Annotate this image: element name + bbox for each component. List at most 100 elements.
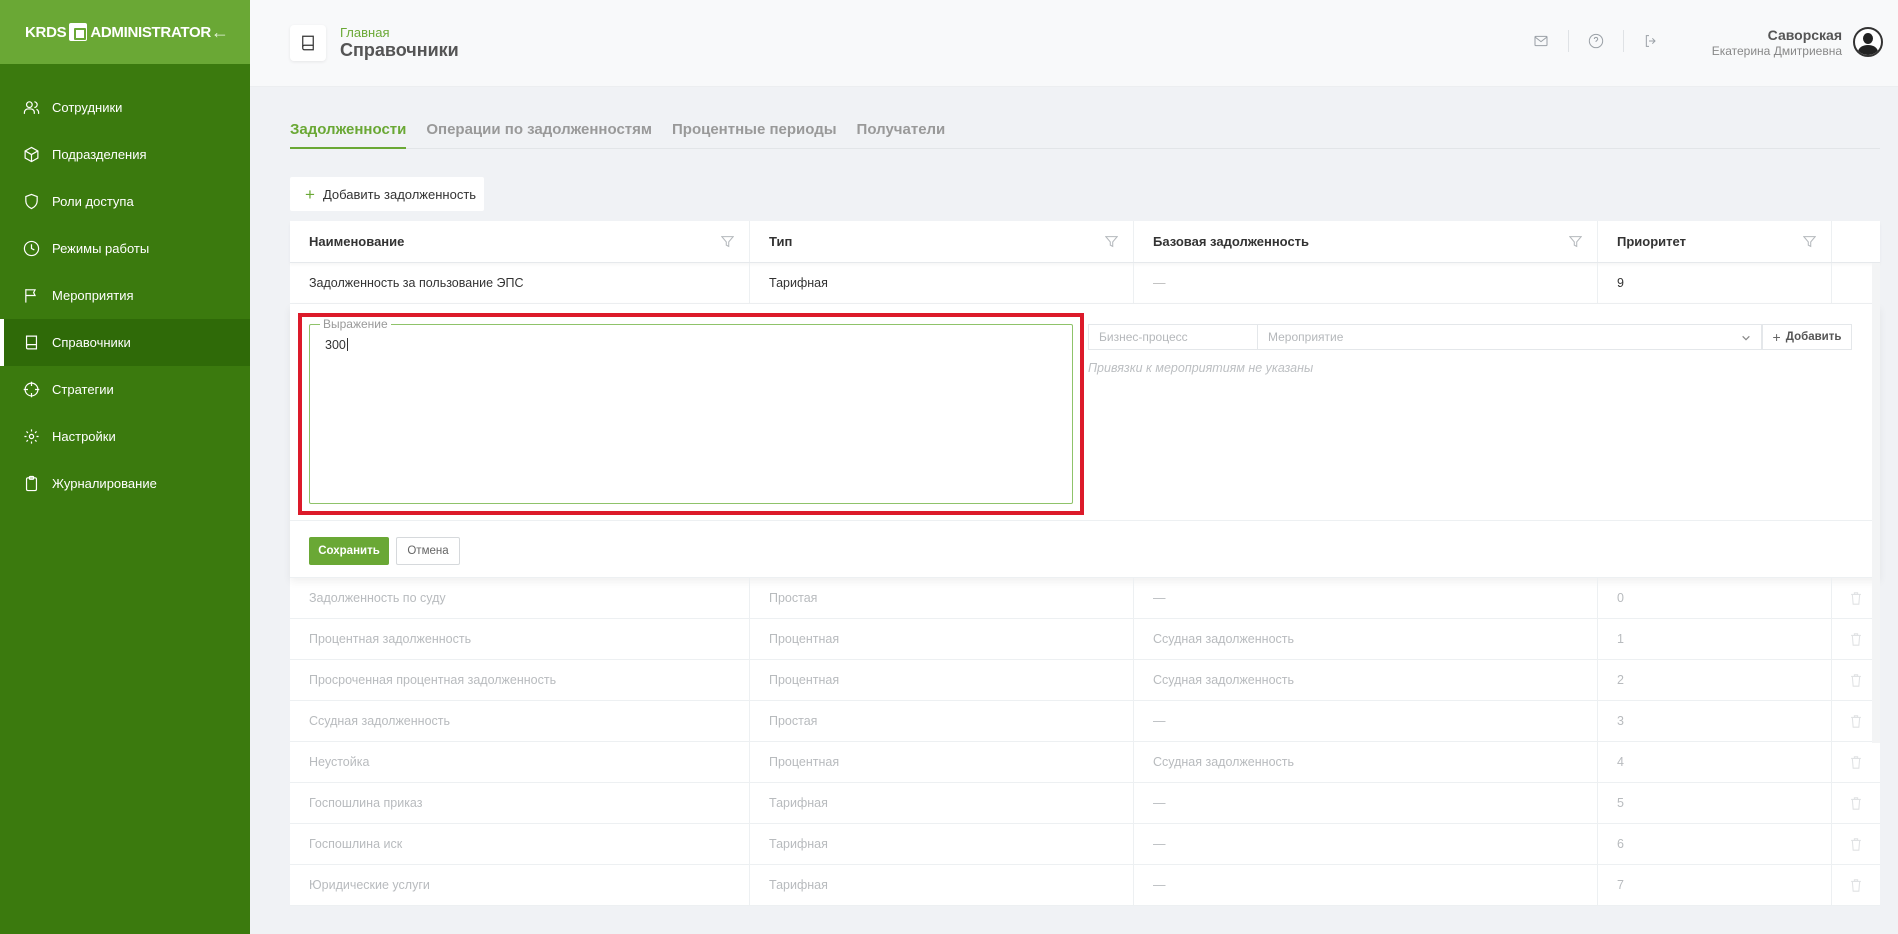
table-row[interactable]: Просроченная процентная задолженность Пр… — [290, 660, 1880, 701]
table-scrollbar[interactable] — [1872, 263, 1880, 743]
mail-icon[interactable] — [1532, 32, 1550, 50]
trash-icon[interactable] — [1832, 865, 1880, 905]
flag-icon — [22, 287, 40, 305]
sidebar-item-employees[interactable]: Сотрудники — [0, 84, 250, 131]
business-process-placeholder: Бизнес-процесс — [1099, 330, 1188, 344]
tab-recipients[interactable]: Получатели — [857, 118, 946, 149]
sidebar-item-directories[interactable]: Справочники — [0, 319, 250, 366]
column-header-actions — [1832, 221, 1880, 262]
column-header-base-debt[interactable]: Базовая задолженность — [1134, 221, 1598, 262]
cell-base-debt: Ссудная задолженность — [1134, 742, 1598, 782]
cell-priority: 9 — [1598, 263, 1832, 303]
cell-base-debt: — — [1134, 865, 1598, 905]
cell-name: Ссудная задолженность — [290, 701, 750, 741]
column-header-label: Тип — [769, 234, 793, 249]
gear-icon — [22, 428, 40, 446]
logout-icon[interactable] — [1642, 32, 1660, 50]
crosshair-icon — [22, 381, 40, 399]
sidebar-nav: Сотрудники Подразделения Роли доступа Ре… — [0, 84, 250, 507]
event-select[interactable]: Мероприятие — [1258, 324, 1762, 350]
add-binding-button[interactable]: + Добавить — [1762, 324, 1852, 350]
table-row[interactable]: Неустойка Процентная Ссудная задолженнос… — [290, 742, 1880, 783]
divider — [290, 520, 1872, 521]
sidebar: KRDS ADMINISTRATOR ← Сотрудники Подразде… — [0, 0, 250, 934]
page-title: Справочники — [340, 40, 459, 60]
sidebar-item-label: Справочники — [52, 335, 131, 350]
business-process-input[interactable]: Бизнес-процесс — [1088, 324, 1258, 350]
table-row[interactable]: Задолженность по суду Простая — 0 — [290, 578, 1880, 619]
add-debt-button[interactable]: + Добавить задолженность — [290, 177, 484, 211]
filter-icon[interactable] — [720, 235, 735, 248]
user-info[interactable]: Саворская Екатерина Дмитриевна — [1712, 27, 1842, 58]
breadcrumb-home[interactable]: Главная — [340, 25, 389, 40]
table-row-editing[interactable]: Задолженность за пользование ЭПС Тарифна… — [290, 263, 1880, 304]
header-divider — [1568, 30, 1569, 52]
logo-text-right: ADMINISTRATOR — [90, 23, 211, 41]
filter-icon[interactable] — [1568, 235, 1583, 248]
column-header-priority[interactable]: Приоритет — [1598, 221, 1832, 262]
sidebar-item-label: Сотрудники — [52, 100, 123, 115]
collapse-sidebar-icon[interactable]: ← — [211, 22, 229, 43]
table-header: Наименование Тип Базовая задолженность П… — [290, 221, 1880, 263]
table-row[interactable]: Юридические услуги Тарифная — 7 — [290, 865, 1880, 906]
cell-priority: 1 — [1598, 619, 1832, 659]
tab-debt-operations[interactable]: Операции по задолженностям — [426, 118, 652, 149]
cell-base-debt: — — [1134, 701, 1598, 741]
cell-name: Задолженность по суду — [290, 578, 750, 618]
cell-type: Простая — [750, 578, 1134, 618]
table-row[interactable]: Ссудная задолженность Простая — 3 — [290, 701, 1880, 742]
cell-priority: 6 — [1598, 824, 1832, 864]
cell-priority: 5 — [1598, 783, 1832, 823]
add-debt-label: Добавить задолженность — [322, 186, 477, 202]
column-header-type[interactable]: Тип — [750, 221, 1134, 262]
save-button[interactable]: Сохранить — [309, 537, 389, 565]
edit-panel: Выражение 300 Бизнес-процесс Мероприятие… — [290, 304, 1880, 578]
trash-icon[interactable] — [1832, 742, 1880, 782]
help-icon[interactable] — [1587, 32, 1605, 50]
trash-icon[interactable] — [1832, 824, 1880, 864]
avatar[interactable] — [1853, 27, 1883, 57]
cancel-button[interactable]: Отмена — [396, 537, 460, 565]
table-row[interactable]: Процентная задолженность Процентная Ссуд… — [290, 619, 1880, 660]
column-header-label: Приоритет — [1617, 234, 1686, 249]
cell-name: Юридические услуги — [290, 865, 750, 905]
cell-type: Тарифная — [750, 824, 1134, 864]
sidebar-item-strategies[interactable]: Стратегии — [0, 366, 250, 413]
app-logo[interactable]: KRDS ADMINISTRATOR — [25, 23, 211, 41]
cell-priority: 4 — [1598, 742, 1832, 782]
clock-icon — [22, 240, 40, 258]
trash-icon[interactable] — [1832, 783, 1880, 823]
event-placeholder: Мероприятие — [1268, 330, 1344, 344]
filter-icon[interactable] — [1104, 235, 1119, 248]
sidebar-item-label: Стратегии — [52, 382, 114, 397]
filter-icon[interactable] — [1802, 235, 1817, 248]
cell-type: Процентная — [750, 742, 1134, 782]
expression-label: Выражение — [320, 317, 391, 331]
column-header-name[interactable]: Наименование — [290, 221, 750, 262]
table-row[interactable]: Госпошлина иск Тарифная — 6 — [290, 824, 1880, 865]
sidebar-item-logging[interactable]: Журналирование — [0, 460, 250, 507]
cell-type: Тарифная — [750, 865, 1134, 905]
cell-name: Неустойка — [290, 742, 750, 782]
column-header-label: Базовая задолженность — [1153, 234, 1310, 249]
sidebar-item-work-modes[interactable]: Режимы работы — [0, 225, 250, 272]
sidebar-item-events[interactable]: Мероприятия — [0, 272, 250, 319]
expression-field[interactable]: Выражение 300 — [309, 317, 1073, 504]
sidebar-item-access-roles[interactable]: Роли доступа — [0, 178, 250, 225]
tab-debts[interactable]: Задолженности — [290, 118, 407, 149]
section-book-icon — [290, 25, 326, 61]
sidebar-item-settings[interactable]: Настройки — [0, 413, 250, 460]
tab-interest-periods[interactable]: Процентные периоды — [672, 118, 837, 149]
sidebar-item-label: Подразделения — [52, 147, 147, 162]
header-divider — [1623, 30, 1624, 52]
cell-base-debt: Ссудная задолженность — [1134, 619, 1598, 659]
clipboard-icon — [22, 475, 40, 493]
book-icon — [22, 334, 40, 352]
cube-icon — [22, 146, 40, 164]
debts-table: Наименование Тип Базовая задолженность П… — [290, 221, 1880, 906]
sidebar-item-departments[interactable]: Подразделения — [0, 131, 250, 178]
cell-name: Задолженность за пользование ЭПС — [290, 263, 750, 303]
table-row[interactable]: Госпошлина приказ Тарифная — 5 — [290, 783, 1880, 824]
cell-name: Госпошлина иск — [290, 824, 750, 864]
cell-name: Процентная задолженность — [290, 619, 750, 659]
